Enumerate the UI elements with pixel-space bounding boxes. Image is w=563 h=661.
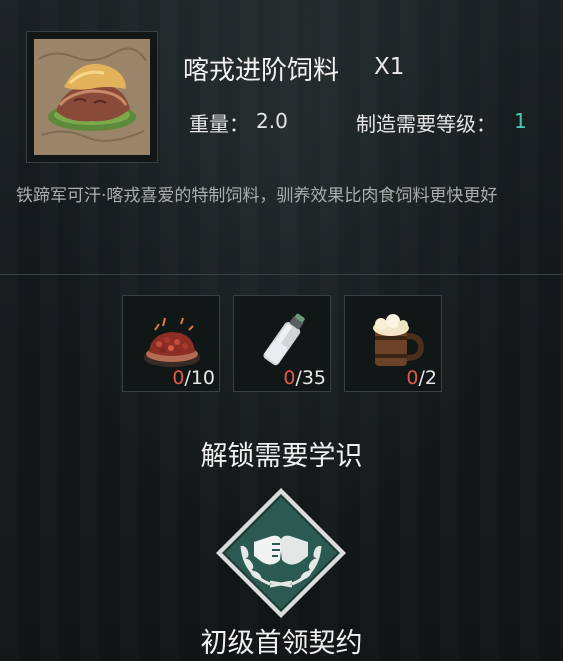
- material-have: 0: [172, 367, 185, 389]
- item-quantity: X1: [374, 54, 405, 80]
- material-count: 0/10: [172, 367, 215, 389]
- item-icon-frame: [26, 31, 158, 163]
- weight-label: 重量：: [189, 112, 249, 136]
- material-count: 0/2: [406, 367, 437, 389]
- weight-value: 2.0: [256, 109, 288, 133]
- required-skill-name: 初级首领契约: [200, 628, 363, 659]
- section-divider: [0, 274, 563, 275]
- item-detail-panel: 喀戎进阶饲料 X1 重量： 2.0 制造需要等级： 1 铁蹄军可汗·喀戎喜爱的特…: [0, 0, 563, 661]
- material-slot-salt[interactable]: 0/35: [233, 295, 331, 392]
- handshake-laurel-icon[interactable]: [214, 486, 348, 620]
- unlock-requirement-title: 解锁需要学识: [200, 441, 363, 472]
- minced-meat-icon: [144, 317, 200, 367]
- craft-level-value: 1: [514, 109, 527, 133]
- craft-level-label: 制造需要等级：: [356, 112, 496, 136]
- material-have: 0: [283, 367, 296, 389]
- material-need: /10: [184, 367, 215, 389]
- material-slot-meat[interactable]: 0/10: [122, 295, 220, 392]
- ale-mug-icon: [373, 314, 425, 366]
- material-slot-ale[interactable]: 0/2: [344, 295, 442, 392]
- material-need: /2: [418, 367, 438, 389]
- material-have: 0: [406, 367, 419, 389]
- item-name: 喀戎进阶饲料: [183, 56, 340, 86]
- material-count: 0/35: [283, 367, 326, 389]
- feed-item-icon: [34, 39, 150, 155]
- item-description: 铁蹄军可汗·喀戎喜爱的特制饲料，驯养效果比肉食饲料更快更好: [16, 186, 498, 206]
- material-need: /35: [295, 367, 326, 389]
- salt-bottle-icon: [263, 313, 305, 366]
